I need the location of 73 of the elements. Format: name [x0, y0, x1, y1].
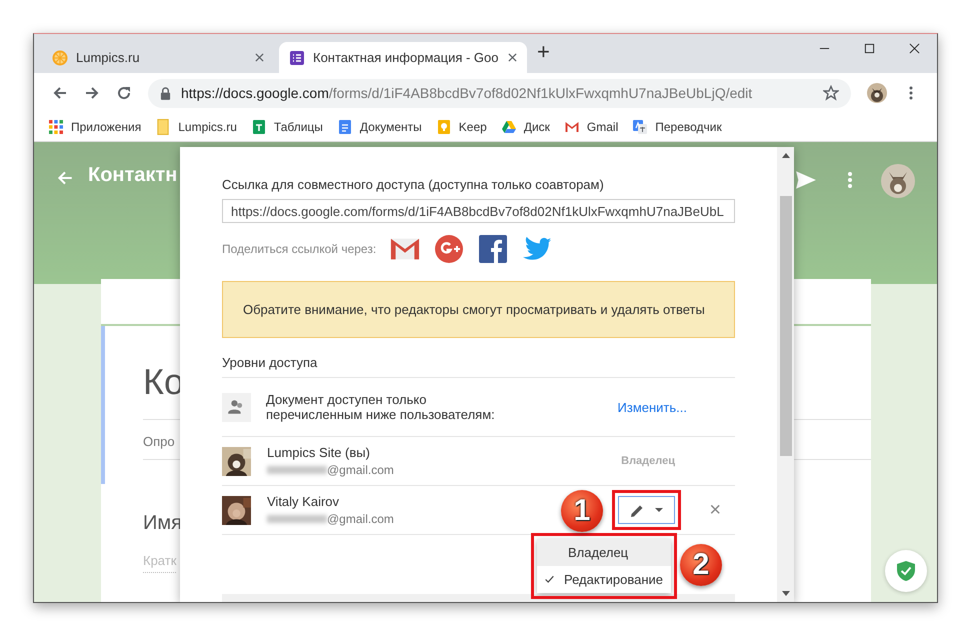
question-title: Имя	[143, 512, 182, 535]
bookmark-label: Таблицы	[274, 120, 323, 134]
sheets-icon	[250, 119, 267, 135]
docs-icon	[336, 119, 353, 135]
pencil-icon	[630, 503, 645, 517]
bookmark-label: Gmail	[586, 120, 618, 134]
forward-arrow-icon[interactable]	[84, 85, 100, 101]
menu-item[interactable]: Редактирование	[537, 566, 671, 593]
folder-icon	[155, 119, 172, 135]
translate-icon	[632, 119, 648, 135]
access-heading: Уровни доступа	[222, 355, 735, 378]
shield-check-icon	[896, 560, 916, 582]
close-icon[interactable]	[909, 43, 920, 54]
maximize-icon[interactable]	[864, 43, 875, 54]
link-field[interactable]: https://docs.google.com/forms/d/1iF4AB8bcdBv7of8d02Nf1kUlxFwxqmhU7naJBeUbL	[222, 199, 735, 223]
menu-item[interactable]: Владелец	[537, 539, 671, 566]
bird-icon[interactable]	[522, 235, 552, 263]
apps-grid-icon	[48, 119, 64, 135]
link-label: Ссылка для совместного доступа (доступна только соавторам)	[222, 177, 605, 192]
browser-tab[interactable]: Lumpics.ru	[42, 42, 274, 73]
caret-icon	[654, 508, 663, 512]
bookmark[interactable]: Таблицы	[244, 119, 329, 135]
lock-icon	[160, 86, 171, 100]
tab-title: Lumpics.ru	[76, 50, 141, 65]
new-tab-button[interactable]: +	[533, 39, 554, 65]
bookmark-label: Keep	[458, 120, 487, 134]
access-description: Документ доступен только перечисленным ниже пользователям:	[266, 392, 496, 422]
envelope-icon	[564, 119, 580, 135]
remove-button[interactable]: ×	[703, 498, 727, 522]
bookmark-label: Документы	[360, 120, 422, 134]
share-label: Поделиться ссылкой через:	[222, 242, 376, 256]
bookmark[interactable]: Lumpics.ru	[149, 119, 243, 135]
scroll-up-icon[interactable]	[782, 153, 790, 158]
close-icon[interactable]	[508, 53, 517, 62]
shield-button[interactable]	[885, 550, 927, 592]
bookmark[interactable]: Диск	[494, 119, 556, 135]
tab-title: Контактная информация - Goo	[313, 50, 500, 65]
browser-tab[interactable]: Контактная информация - Goo	[279, 42, 527, 73]
scrollbar[interactable]	[777, 147, 794, 602]
star-icon[interactable]	[823, 85, 839, 101]
bookmark[interactable]: Keep	[430, 119, 493, 135]
check-icon	[545, 574, 554, 585]
people-icon	[222, 392, 251, 422]
drive-icon	[500, 119, 517, 135]
person-email: @gmail.com	[327, 463, 394, 477]
bookmark-label: Переводчик	[655, 120, 722, 134]
address-bar[interactable]: https://docs.google.com/forms/d/1iF4AB8bcdBv7of8d02Nf1kUlxFwxqmhU7naJBeUbLjQ/edit	[148, 78, 851, 108]
send-icon[interactable]	[795, 169, 817, 191]
bookmark[interactable]: Gmail	[558, 119, 624, 135]
blurred-text	[267, 515, 327, 523]
citrus-slice-icon	[52, 50, 68, 66]
answer-field: Кратк	[143, 553, 176, 573]
bookmark-label: Диск	[524, 120, 550, 134]
url-text: https://docs.google.com/forms/d/1iF4AB8bcdBv7of8d02Nf1kUlxFwxqmhU7naJBeUbLjQ/edit	[181, 85, 754, 101]
bookmark[interactable]: Приложения	[42, 119, 148, 135]
reload-icon[interactable]	[116, 85, 132, 101]
back-arrow-icon[interactable]	[52, 85, 68, 101]
blurred-text	[267, 466, 327, 474]
facebook-icon[interactable]	[478, 235, 508, 263]
google-plus-icon[interactable]	[434, 235, 464, 263]
person-email: @gmail.com	[327, 512, 394, 526]
forms-icon	[289, 50, 305, 66]
change-link[interactable]: Изменить...	[618, 400, 687, 414]
person-name: Vitaly Kairov	[267, 494, 340, 509]
bookmark[interactable]: Переводчик	[626, 119, 728, 135]
scroll-down-icon[interactable]	[782, 591, 790, 596]
bookmark-label: Lumpics.ru	[178, 120, 237, 134]
notice-banner: Обратите внимание, что редакторы смогут просматривать и удалять ответы	[222, 281, 735, 338]
lightbulb-icon	[436, 119, 452, 135]
person-name: Lumpics Site (вы)	[267, 445, 370, 460]
bookmark-label: Приложения	[71, 120, 142, 134]
bookmark[interactable]: Документы	[330, 119, 428, 135]
form-title: Контактн	[88, 164, 178, 187]
